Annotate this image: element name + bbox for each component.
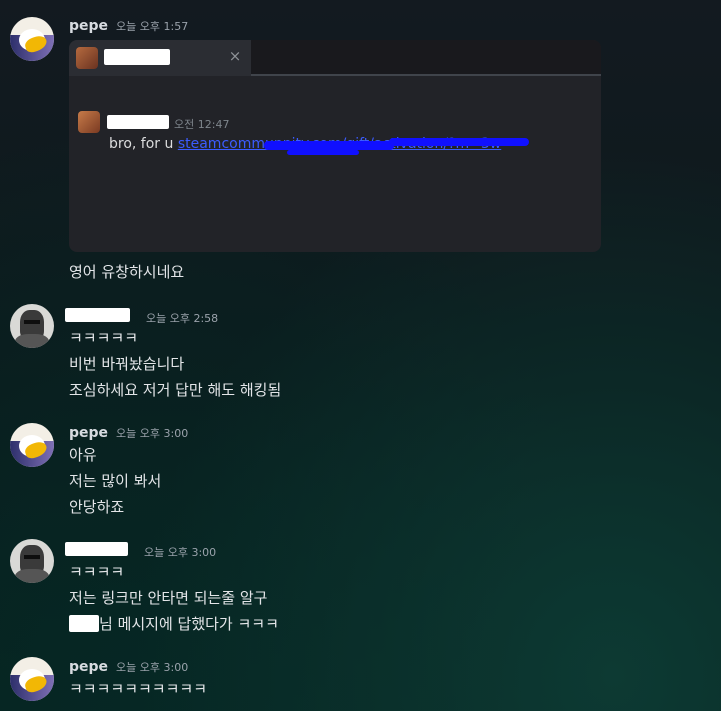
avatar[interactable] bbox=[10, 17, 54, 61]
tab-underline bbox=[251, 74, 601, 76]
quoted-avatar bbox=[78, 111, 100, 133]
embedded-screenshot[interactable]: × 오전 12:47 bro, for u steamcommunnity.co… bbox=[69, 40, 601, 252]
embed-tab[interactable]: × bbox=[69, 40, 251, 76]
message-text: 아유 bbox=[69, 446, 97, 464]
tab-thumbnail bbox=[76, 47, 98, 69]
redacted-mention bbox=[69, 615, 99, 632]
message-text: 영어 유창하시네요 bbox=[69, 263, 185, 281]
message-text: ㅋㅋㅋㅋ bbox=[69, 563, 125, 581]
quoted-timestamp: 오전 12:47 bbox=[174, 118, 230, 131]
scribble-redaction-2 bbox=[287, 150, 359, 155]
avatar[interactable] bbox=[10, 304, 54, 348]
close-icon[interactable]: × bbox=[227, 48, 243, 64]
username[interactable]: pepe bbox=[69, 425, 108, 441]
message-text: 조심하세요 저거 답만 해도 해킹됨 bbox=[69, 381, 282, 399]
message-text: ㅋㅋㅋㅋㅋ bbox=[69, 329, 139, 347]
message-text: 저는 많이 봐서 bbox=[69, 472, 162, 490]
message-header: 오늘 오후 3:00 bbox=[65, 542, 216, 560]
message-header: pepe 오늘 오후 1:57 bbox=[69, 18, 188, 36]
scribble-redaction bbox=[264, 141, 394, 150]
message-text: ㅋㅋㅋㅋㅋㅋㅋㅋㅋㅋ bbox=[69, 680, 208, 698]
redacted-username[interactable] bbox=[65, 308, 130, 322]
timestamp: 오늘 오후 1:57 bbox=[116, 20, 189, 33]
redacted-tab-title bbox=[104, 49, 170, 65]
quoted-text-prefix: bro, for u bbox=[109, 136, 178, 152]
message-text: 비번 바꿔놨습니다 bbox=[69, 355, 185, 373]
message-header: pepe 오늘 오후 3:00 bbox=[69, 425, 188, 443]
redacted-quoted-username bbox=[107, 115, 169, 129]
username[interactable]: pepe bbox=[69, 659, 108, 675]
message-header: pepe 오늘 오후 3:00 bbox=[69, 659, 188, 677]
message-text: 님 메시지에 답했다가 ㅋㅋㅋ bbox=[99, 615, 279, 633]
timestamp: 오늘 오후 3:00 bbox=[116, 661, 189, 674]
redacted-username[interactable] bbox=[65, 542, 128, 556]
avatar[interactable] bbox=[10, 423, 54, 467]
username[interactable]: pepe bbox=[69, 18, 108, 34]
timestamp: 오늘 오후 3:00 bbox=[116, 427, 189, 440]
timestamp: 오늘 오후 3:00 bbox=[144, 546, 217, 559]
timestamp: 오늘 오후 2:58 bbox=[146, 312, 219, 325]
message-text: 안당하죠 bbox=[69, 498, 125, 516]
avatar[interactable] bbox=[10, 657, 54, 701]
avatar[interactable] bbox=[10, 539, 54, 583]
message-line-with-mention: 님 메시지에 답했다가 ㅋㅋㅋ bbox=[69, 613, 279, 634]
scribble-redaction-3 bbox=[389, 138, 529, 146]
message-text: 저는 링크만 안타면 되는줄 알구 bbox=[69, 589, 268, 607]
message-header: 오늘 오후 2:58 bbox=[65, 308, 218, 326]
